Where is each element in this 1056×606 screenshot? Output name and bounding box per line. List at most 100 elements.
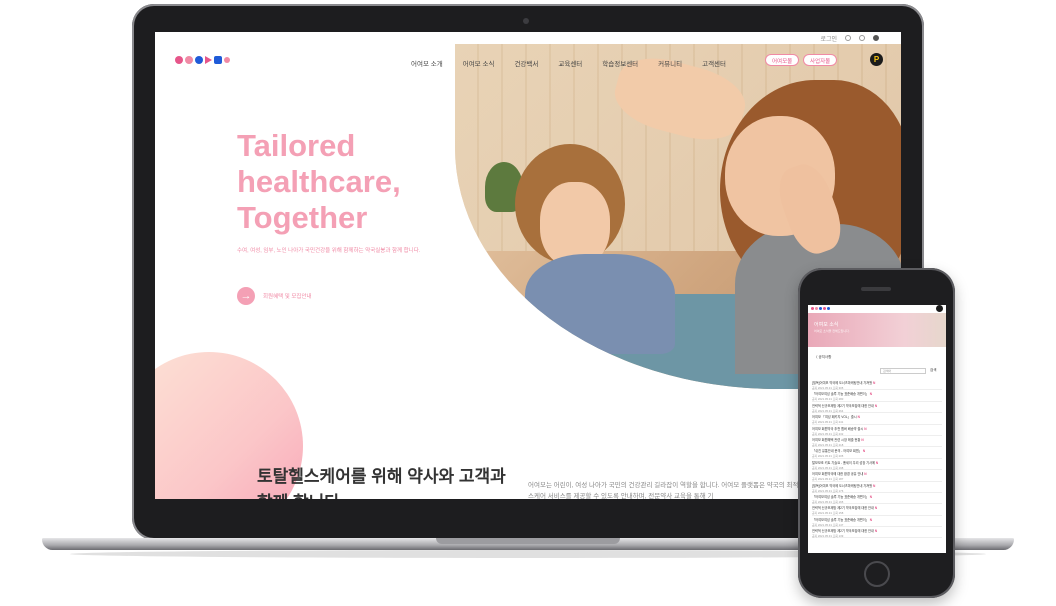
list-item-title[interactable]: [필독]어여모 약국에 도너츠마케팅안내 가져왔 N: [812, 380, 942, 385]
new-badge: N: [873, 483, 876, 488]
list-item[interactable]: 탈모보조 키트 기술요 - 폼세이 우리 성장 기사에 N 공지 2021.05.…: [812, 459, 942, 471]
list-item-title[interactable]: 전략적 신규조제방 제2기 약국모집에 대한 안내 N: [812, 528, 942, 533]
list-item[interactable]: [필독]어여모 약국에 도너츠마케팅안내 가져왔 N 공지 2021.05.31 …: [812, 482, 942, 493]
nav-item-health[interactable]: 건강백서: [514, 58, 538, 68]
list-item-title-text[interactable]: 탈모보조 키트 기술요 - 폼세이 우리 성장 기사에: [812, 461, 875, 465]
new-badge: N: [874, 506, 878, 511]
list-item-title-text[interactable]: 전략적 신규조제방 제2기 약국모집에 대한 안내: [812, 506, 874, 510]
list-item-title-text[interactable]: 「어여모여성 솔루 기능 표준배송 개편이」: [812, 518, 869, 522]
new-badge: N: [862, 449, 866, 454]
nav-item-learning[interactable]: 학습정보센터: [602, 58, 638, 68]
hero-title: Tailored healthcare, Together: [237, 128, 401, 235]
list-item-meta: 공지 2021.05.31 조회 218: [812, 442, 844, 447]
new-badge: N: [869, 494, 873, 499]
list-item-title-text[interactable]: 「어여모여성 솔루 기능 표준배송 개편이」: [812, 392, 869, 396]
list-item-meta: 공지 2021.05.31 조회 241: [812, 420, 844, 425]
list-item-meta: 공지 2021.05.31 조회 264: [812, 408, 844, 413]
list-item[interactable]: 어여모 회원혜택 관련 시장 매출 현황 N 공지 2021.05.31 조회 2…: [812, 436, 942, 448]
list-item-meta: 공지 2021.05.31 조회 280: [812, 397, 844, 402]
list-item-title[interactable]: 전략적 신규조제방 제2기 약국모집에 대한 안내 N: [812, 403, 942, 408]
list-item-meta: 공지 2021.05.31 조회 305: [812, 386, 844, 390]
laptop-camera: [523, 18, 529, 24]
list-item-title-text[interactable]: 「쉬진 유통안내 문의 - 어여모 회원」: [812, 449, 862, 453]
notice-list: [필독]어여모 약국에 도너츠마케팅안내 가져왔 N 공지 2021.05.31 …: [812, 379, 942, 539]
list-item-title[interactable]: 어여모 회원혜택 관련 시장 매출 현황 N: [812, 437, 942, 442]
list-item-title[interactable]: 「어여모여성 솔루 기능 표준배송 개편이」 N: [812, 517, 942, 522]
mobile-logo[interactable]: [811, 307, 830, 310]
new-badge: N: [857, 415, 860, 420]
list-item-title[interactable]: 어여모 회원약국에 대한 환경 공유 안내 N: [812, 471, 942, 476]
list-item[interactable]: 전략적 신규조제방 제2기 약국모집에 대한 안내 N 공지 2021.05.31…: [812, 527, 942, 539]
list-item-title[interactable]: 「어여모여성 솔루 기능 표준배송 개편이」 N: [812, 494, 942, 499]
list-item-meta: 공지 2021.05.31 조회 232: [812, 431, 844, 436]
list-item-title-text[interactable]: [필독]어여모 약국에 도너츠마케팅안내 가져왔: [812, 381, 872, 385]
list-item-meta: 공지 2021.05.31 조회 147: [812, 522, 844, 527]
nav-item-community[interactable]: 커뮤니티: [658, 58, 682, 68]
list-item-title[interactable]: 전략적 신규조제방 제2기 약국모집에 대한 안내 N: [812, 505, 942, 510]
list-item-title-text[interactable]: [필독]어여모 약국에 도너츠마케팅안내 가져왔: [812, 484, 872, 488]
nav-item-news[interactable]: 어여모 소식: [463, 58, 495, 68]
list-item[interactable]: 전략적 신규조제방 제2기 약국모집에 대한 안내 N 공지 2021.05.31…: [812, 504, 942, 516]
list-item-title[interactable]: 「어여모여성 솔루 기능 표준배송 개편이」 N: [812, 391, 942, 396]
list-item[interactable]: 전략적 신규조제방 제2기 약국모집에 대한 안내 N 공지 2021.05.31…: [812, 402, 942, 414]
list-item-title[interactable]: 어여모 「여성 패키지 VOL」출시 N: [812, 414, 942, 419]
main-nav: 어여모 소개 어여모 소식 건강백서 교육센터 학습정보센터 커뮤니티 고객센터…: [155, 50, 901, 72]
new-badge: N: [873, 381, 876, 385]
list-item-title[interactable]: 어여모 회원약국 추천 멤버 배송약 출시 N: [812, 426, 942, 431]
home-button[interactable]: [864, 561, 890, 587]
search-input[interactable]: 검색어: [880, 368, 926, 374]
site-logo[interactable]: [175, 56, 230, 64]
list-item[interactable]: 「어여모여성 솔루 기능 표준배송 개편이」 N 공지 2021.05.31 조회…: [812, 516, 942, 528]
list-item-meta: 공지 2021.05.31 조회 158: [812, 511, 844, 516]
list-item-meta: 공지 2021.05.31 조회 176: [812, 488, 844, 493]
list-item-title-text[interactable]: 어여모 회원약국에 대한 환경 공유 안내: [812, 472, 863, 476]
list-item[interactable]: 「어여모여성 솔루 기능 표준배송 개편이」 N 공지 2021.05.31 조회…: [812, 493, 942, 505]
list-item-title-text[interactable]: 어여모 회원혜택 관련 시장 매출 현황: [812, 438, 860, 442]
list-item-meta: 공지 2021.05.31 조회 205: [812, 454, 844, 459]
arrow-right-icon[interactable]: →: [237, 287, 255, 305]
intro-paragraph: 어여모는 어린이, 여성 나아가 국민의 건강관리 길라잡이 역할을 합니다. …: [528, 482, 825, 499]
list-item-title[interactable]: 「쉬진 유통안내 문의 - 어여모 회원」 N: [812, 448, 942, 453]
cta-label[interactable]: 회원혜택 및 모집안내: [263, 292, 312, 300]
business-mall-button[interactable]: 사업자몰: [803, 54, 838, 66]
list-item[interactable]: [필독]어여모 약국에 도너츠마케팅안내 가져왔 N 공지 2021.05.31 …: [812, 379, 942, 391]
mobile-header: [808, 305, 946, 312]
new-badge: N: [869, 517, 873, 522]
list-item[interactable]: 어여모 회원약국에 대한 환경 공유 안내 N 공지 2021.05.31 조회 …: [812, 470, 942, 482]
utility-bar: 로그인: [155, 32, 901, 44]
membership-cta[interactable]: → 회원혜택 및 모집안내: [237, 287, 312, 305]
list-item-title-text[interactable]: 전략적 신규조제방 제2기 약국모집에 대한 안내: [812, 404, 874, 408]
intro-title: 토탈헬스케어를 위해 약사와 고객과 함께 합니다: [257, 467, 506, 499]
mall-button[interactable]: 어여모몰: [765, 54, 800, 66]
list-item-title-text[interactable]: 「어여모여성 솔루 기능 표준배송 개편이」: [812, 495, 869, 499]
new-badge: N: [869, 392, 873, 397]
nav-item-about[interactable]: 어여모 소개: [411, 58, 443, 68]
list-item[interactable]: 「쉬진 유통안내 문의 - 어여모 회원」 N 공지 2021.05.31 조회 …: [812, 447, 942, 459]
breadcrumb[interactable]: 〈 공지사항: [814, 355, 831, 360]
new-badge: N: [864, 426, 867, 431]
hero-subtitle: 수여, 여성, 임부, 노인 나아가 국민건강을 위해 함께하는 약국실봉과 함…: [237, 248, 421, 254]
list-item[interactable]: 어여모 회원약국 추천 멤버 배송약 출시 N 공지 2021.05.31 조회 …: [812, 425, 942, 436]
laptop-screen: 로그인 어여모 소개 어여모 소식 건강백서 교육센터 학습정보센터 커뮤니티 …: [155, 32, 901, 499]
list-item-title[interactable]: [필독]어여모 약국에 도너츠마케팅안내 가져왔 N: [812, 483, 942, 488]
list-item-title-text[interactable]: 어여모 「여성 패키지 VOL」출시: [812, 415, 857, 419]
phone-speaker: [861, 287, 891, 291]
point-badge-icon[interactable]: P: [870, 53, 883, 66]
list-item[interactable]: 어여모 「여성 패키지 VOL」출시 N 공지 2021.05.31 조회 241: [812, 413, 942, 425]
nav-item-support[interactable]: 고객센터: [702, 58, 726, 68]
user-icon[interactable]: [845, 35, 851, 41]
mobile-point-icon[interactable]: [936, 305, 943, 312]
new-badge: N: [875, 460, 879, 465]
nav-item-education[interactable]: 교육센터: [558, 58, 582, 68]
new-badge: N: [874, 403, 878, 408]
list-item-meta: 공지 2021.05.31 조회 198: [812, 465, 844, 470]
globe-icon[interactable]: [873, 35, 879, 41]
list-item-title-text[interactable]: 전략적 신규조제방 제2기 약국모집에 대한 안내: [812, 529, 874, 533]
list-item-title[interactable]: 탈모보조 키트 기술요 - 폼세이 우리 성장 기사에 N: [812, 460, 942, 465]
cart-icon[interactable]: [859, 35, 865, 41]
list-item-title-text[interactable]: 어여모 회원약국 추천 멤버 배송약 출시: [812, 427, 863, 431]
list-item[interactable]: 「어여모여성 솔루 기능 표준배송 개편이」 N 공지 2021.05.31 조회…: [812, 390, 942, 402]
login-link[interactable]: 로그인: [820, 34, 837, 43]
new-badge: N: [864, 472, 867, 477]
search-button[interactable]: 검색: [930, 368, 936, 373]
